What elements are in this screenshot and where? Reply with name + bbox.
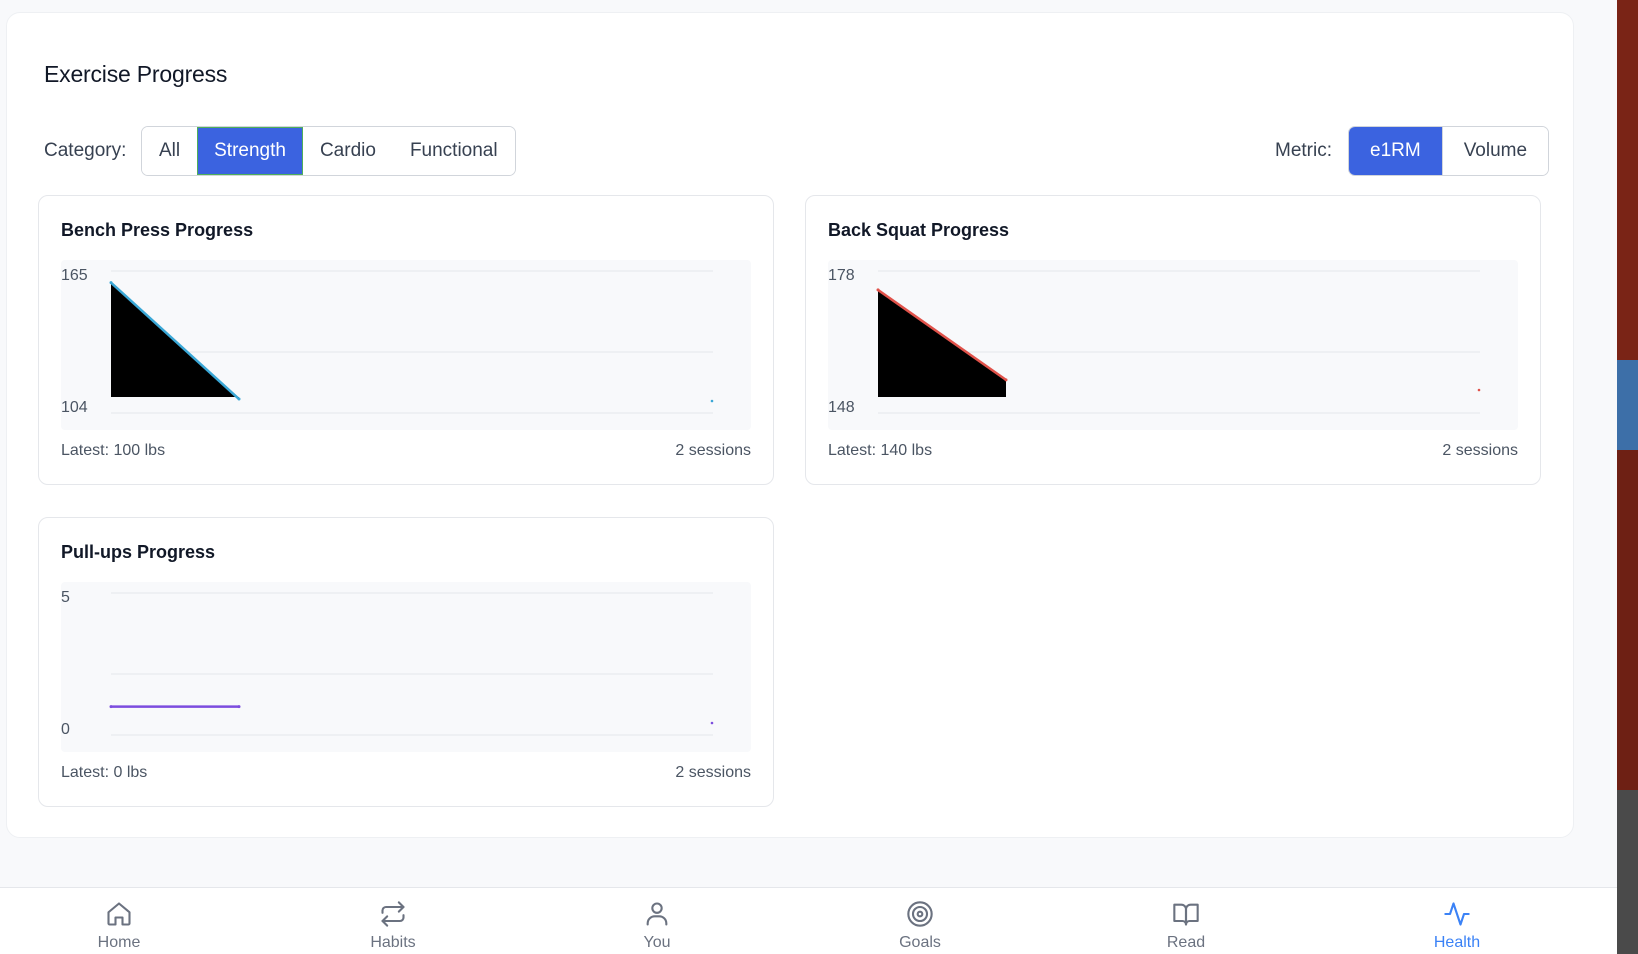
area-fill xyxy=(878,289,1006,397)
metric-label: Metric: xyxy=(1275,140,1332,161)
metric-filter: e1RM Volume xyxy=(1348,126,1550,176)
category-label: Category: xyxy=(44,140,127,161)
activity-icon xyxy=(1444,902,1470,926)
chart-title: Back Squat Progress xyxy=(828,220,1010,240)
back-squat-chart-card: Back Squat Progress 178 148 Latest: 140 l… xyxy=(805,195,1541,485)
nav-goals[interactable]: Goals xyxy=(860,900,980,952)
category-option-functional[interactable]: Functional xyxy=(392,127,515,175)
chart-svg: 178 148 xyxy=(828,267,1481,416)
metric-option-e1rm[interactable]: e1RM xyxy=(1349,127,1442,175)
data-point xyxy=(1004,378,1008,382)
y-tick-label: 0 xyxy=(61,721,70,738)
nav-health[interactable]: Health xyxy=(1397,900,1517,952)
data-point xyxy=(109,705,113,709)
chart-svg: 165 104 xyxy=(61,267,714,416)
nav-habits[interactable]: Habits xyxy=(333,900,453,952)
bottom-navigation: Home Habits You Goals Read Health xyxy=(0,887,1617,954)
bench-press-chart-card: Bench Press Progress 165 104 Latest: 100 … xyxy=(38,195,774,485)
section-title: Exercise Progress xyxy=(44,61,228,87)
repeat-icon xyxy=(381,901,405,927)
data-point xyxy=(237,397,241,401)
session-count: 2 sessions xyxy=(1442,442,1518,459)
y-tick-label: 148 xyxy=(828,399,855,416)
nav-label: Habits xyxy=(370,934,416,951)
book-icon xyxy=(1173,903,1199,926)
nav-read[interactable]: Read xyxy=(1126,900,1246,952)
data-point xyxy=(237,705,241,709)
nav-label: Home xyxy=(97,934,141,951)
y-tick-label: 165 xyxy=(61,267,88,284)
latest-value: Latest: 100 lbs xyxy=(61,442,166,459)
metric-option-volume[interactable]: Volume xyxy=(1441,127,1549,175)
nav-label: Health xyxy=(1433,934,1481,951)
home-icon xyxy=(107,902,131,926)
pull-ups-chart-card: Pull-ups Progress 50 Latest: 0 lbs 2 ses… xyxy=(38,517,774,807)
y-tick-label: 178 xyxy=(828,267,855,284)
session-count: 2 sessions xyxy=(675,442,751,459)
data-point xyxy=(710,721,714,725)
latest-value: Latest: 140 lbs xyxy=(828,442,933,459)
chart-title: Pull-ups Progress xyxy=(61,542,216,562)
nav-label: Goals xyxy=(899,934,941,951)
user-icon xyxy=(646,902,668,926)
nav-you[interactable]: You xyxy=(597,900,717,952)
nav-label: You xyxy=(643,934,671,951)
background-window-edge xyxy=(1617,0,1638,954)
data-point xyxy=(109,281,113,285)
target-icon xyxy=(907,901,933,927)
nav-label: Read xyxy=(1166,934,1206,951)
bench-press-chart: 165 104 xyxy=(61,260,751,430)
latest-value: Latest: 0 lbs xyxy=(61,764,148,781)
category-option-all[interactable]: All xyxy=(142,127,198,175)
session-count: 2 sessions xyxy=(675,764,751,781)
chart-svg: 50 xyxy=(61,589,714,738)
nav-home[interactable]: Home xyxy=(59,900,179,952)
pull-ups-chart: 50 xyxy=(61,582,751,752)
category-option-strength[interactable]: Strength xyxy=(197,127,303,175)
data-point xyxy=(876,288,880,292)
back-squat-chart: 178 148 xyxy=(828,260,1518,430)
chart-title: Bench Press Progress xyxy=(61,220,254,240)
data-point xyxy=(1477,388,1481,392)
exercise-progress-panel: Exercise Progress Category: All Strength… xyxy=(6,12,1574,838)
category-option-cardio[interactable]: Cardio xyxy=(302,127,393,175)
data-point xyxy=(710,399,714,403)
y-tick-label: 104 xyxy=(61,399,88,416)
y-tick-label: 5 xyxy=(61,589,70,606)
category-filter: All Strength Cardio Functional xyxy=(141,126,516,176)
